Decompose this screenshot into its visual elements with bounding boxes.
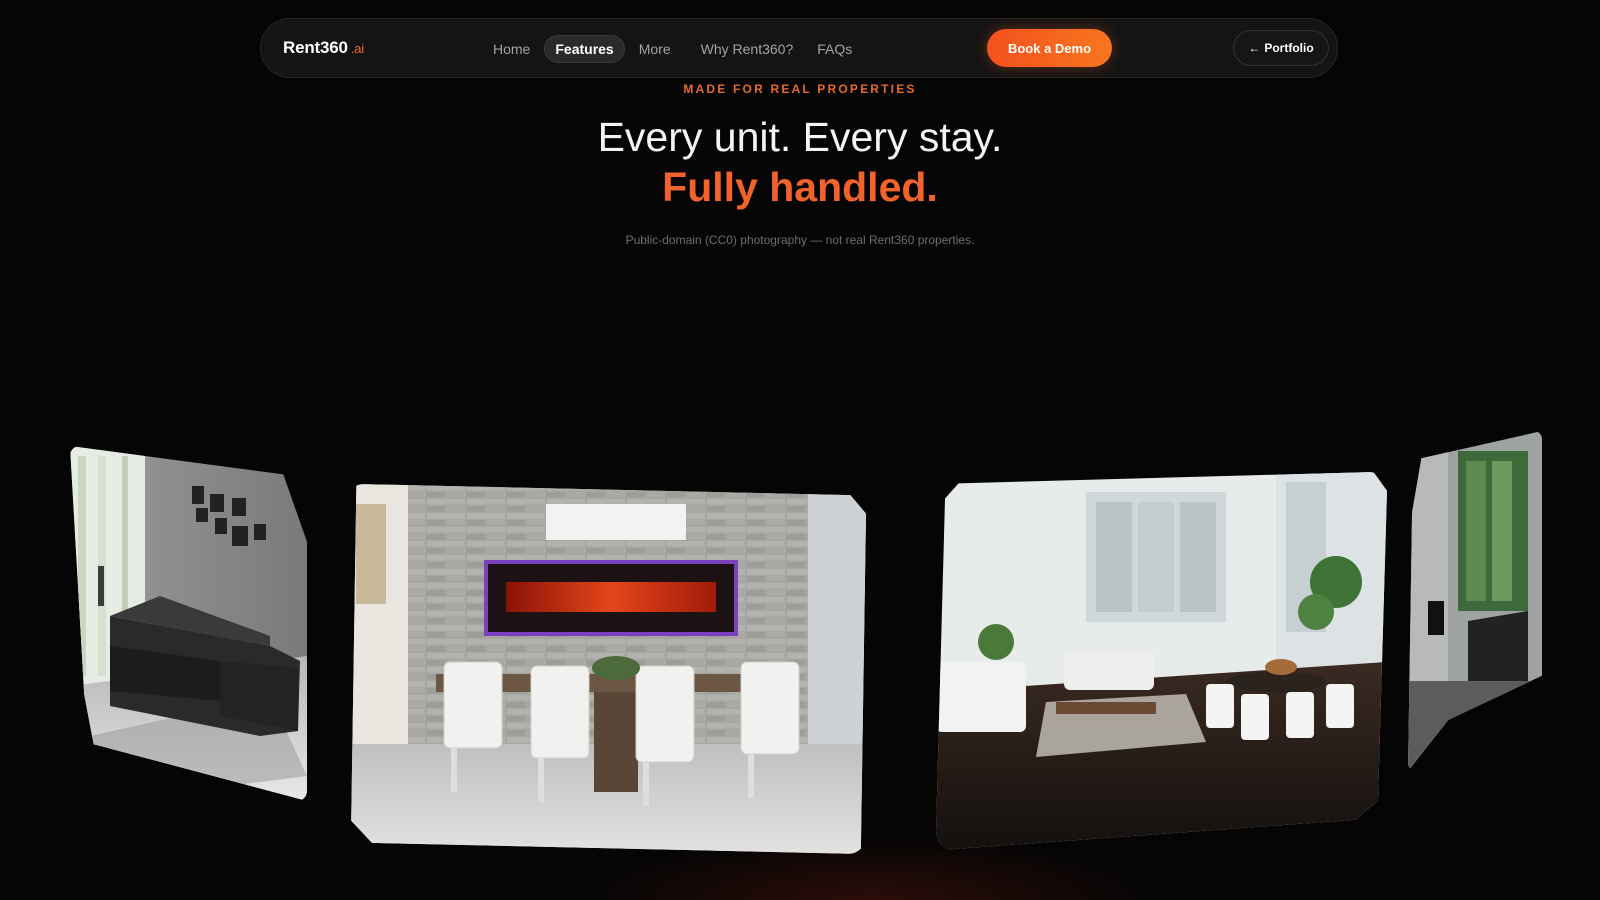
carousel-card-living-room-sofa[interactable] bbox=[70, 446, 307, 801]
page: Rent360 .ai Home Features More Why Rent36… bbox=[0, 0, 1600, 900]
carousel-card-dining-room-fireplace[interactable] bbox=[351, 484, 866, 854]
dining-room-fireplace-photo bbox=[351, 484, 866, 854]
carousel-card-living-room-window[interactable] bbox=[1408, 431, 1542, 771]
property-photo-carousel bbox=[0, 0, 1600, 900]
living-room-sofa-photo bbox=[70, 446, 307, 801]
living-room-window-photo bbox=[1408, 431, 1542, 771]
carousel-card-apartment-living-dining[interactable] bbox=[936, 472, 1387, 850]
apartment-living-dining-photo bbox=[936, 472, 1387, 850]
